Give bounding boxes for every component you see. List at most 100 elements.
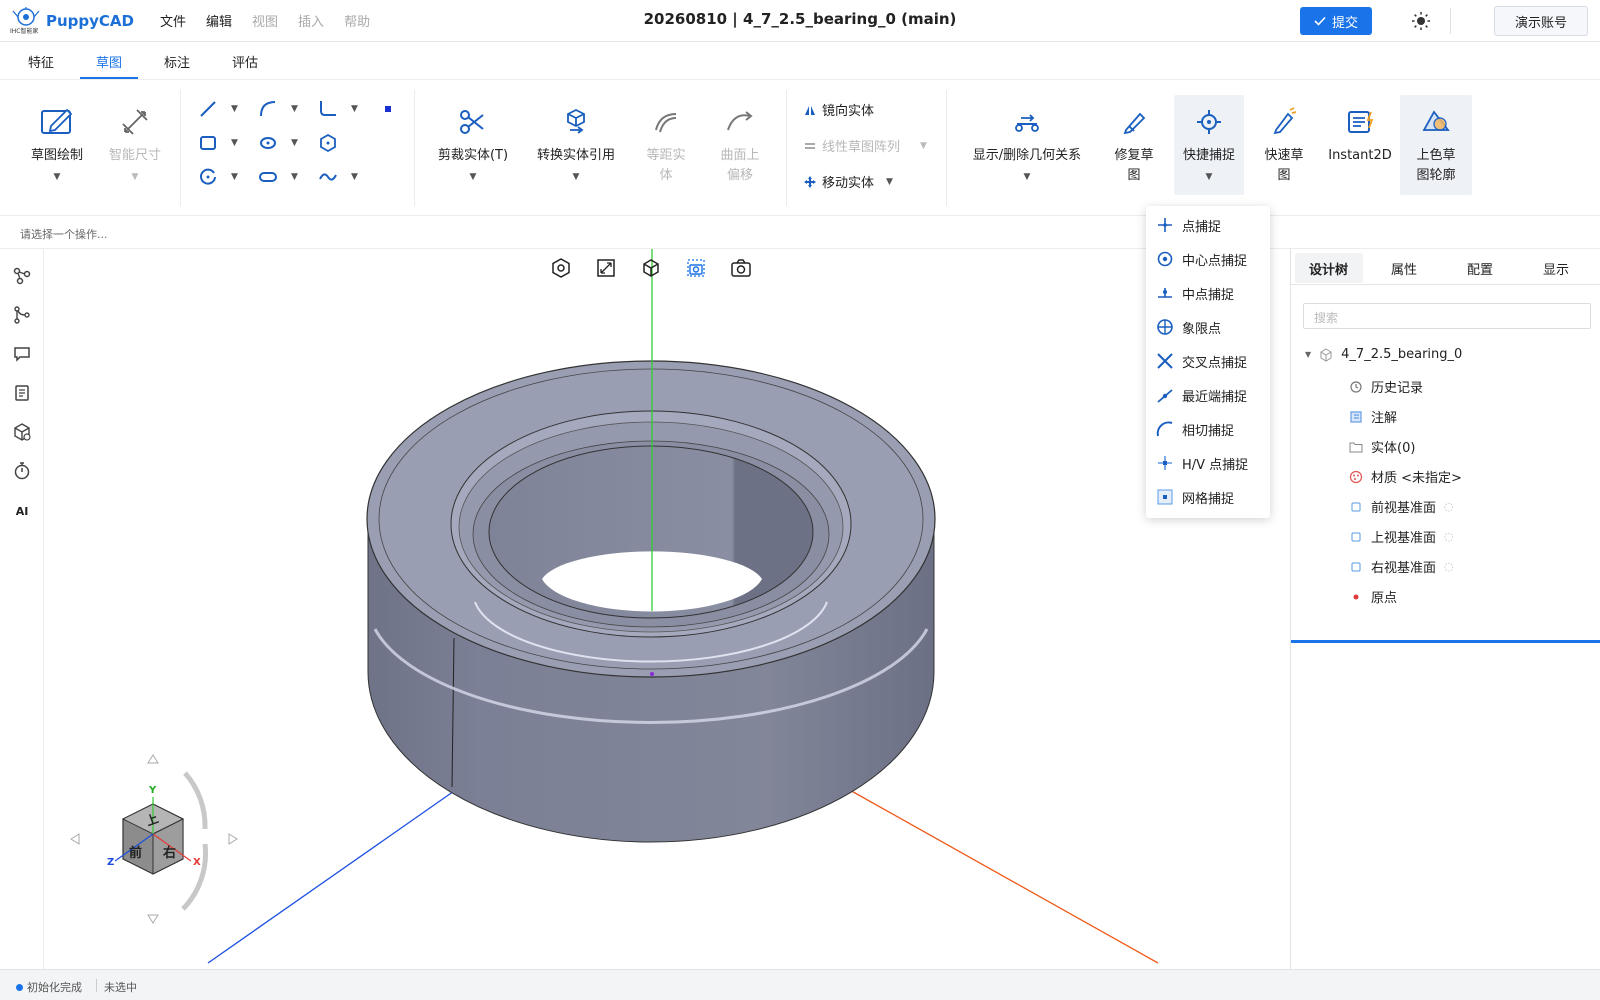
straight-slot-caret-icon[interactable]: ▼ (291, 172, 298, 182)
trim-entities-button[interactable]: 剪裁实体(T) ▼ (432, 102, 514, 187)
menu-view[interactable]: 视图 (252, 11, 278, 30)
quick-snap-button[interactable]: 快捷捕捉 ▼ (1174, 102, 1244, 187)
move-entities-button[interactable]: 移动实体 ▼ (804, 172, 893, 191)
hidden-eye-icon[interactable]: ◌ (1444, 530, 1454, 543)
snap-item-midpoint[interactable]: 中点捕捉 (1156, 282, 1234, 304)
slot-ellipse-tool-icon[interactable] (258, 133, 278, 153)
mirror-icon (805, 105, 815, 115)
rectangle-tool-icon[interactable] (198, 133, 218, 153)
menu-file[interactable]: 文件 (160, 11, 186, 30)
quick-snap-caret-icon[interactable]: ▼ (1206, 172, 1213, 182)
expand-arrow-icon[interactable]: ▼ (1305, 350, 1311, 359)
sketch-draw-caret-icon[interactable]: ▼ (54, 172, 61, 182)
hidden-eye-icon[interactable]: ◌ (1444, 560, 1454, 573)
instant2d-button[interactable]: Instant2D (1322, 102, 1398, 166)
line-tool-caret-icon[interactable]: ▼ (231, 104, 238, 114)
sketch-draw-button[interactable]: 草图绘制 ▼ (22, 102, 92, 187)
menu-edit[interactable]: 编辑 (206, 11, 232, 30)
tab-configuration[interactable]: 配置 (1467, 259, 1493, 278)
snap-item-hv[interactable]: H/V 点捕捉 (1156, 452, 1248, 474)
tree-item-material[interactable]: 材质 <未指定> (1349, 467, 1462, 486)
3d-viewport[interactable]: 上 前 右 Y X Z (45, 249, 1289, 969)
arc-tool-caret-icon[interactable]: ▼ (291, 104, 298, 114)
move-caret-icon[interactable]: ▼ (886, 177, 893, 187)
rectangle-tool-caret-icon[interactable]: ▼ (231, 138, 238, 148)
tree-item-origin[interactable]: 原点 (1349, 587, 1397, 606)
panel-splitter[interactable] (1291, 640, 1600, 643)
tab-annotate[interactable]: 标注 (164, 52, 190, 71)
point-tool-icon[interactable] (378, 99, 398, 119)
tree-root-item[interactable]: ▼ 4_7_2.5_bearing_0 (1305, 347, 1462, 362)
app-logo[interactable]: IHC智能家 PuppyCAD (10, 6, 135, 36)
branch-icon[interactable] (12, 305, 32, 325)
tree-item-solid[interactable]: 实体(0) (1349, 437, 1415, 456)
fillet-tool-caret-icon[interactable]: ▼ (351, 104, 358, 114)
straight-slot-tool-icon[interactable] (258, 167, 278, 187)
stopwatch-icon[interactable] (12, 461, 32, 481)
linear-pattern-caret-icon[interactable]: ▼ (920, 141, 927, 151)
account-button[interactable]: 演示账号 (1494, 6, 1588, 36)
part-cube-icon[interactable] (12, 422, 32, 442)
section-camera-icon[interactable] (685, 257, 707, 279)
tab-sketch[interactable]: 草图 (96, 52, 122, 71)
display-delete-relations-button[interactable]: 显示/删除几何关系 ▼ (962, 102, 1092, 187)
view-cube-right-label[interactable]: 右 (163, 842, 176, 861)
menu-help[interactable]: 帮助 (344, 11, 370, 30)
ai-assistant-button[interactable]: AI (12, 502, 32, 522)
smart-dimension-button[interactable]: 智能尺寸 ▼ (100, 102, 170, 187)
snap-item-tangent[interactable]: 相切捕捉 (1156, 418, 1234, 440)
offset-entities-button[interactable]: 等距实 体 (636, 102, 696, 186)
tab-properties[interactable]: 属性 (1391, 259, 1417, 278)
display-style-cube-icon[interactable] (640, 257, 662, 279)
snap-item-center[interactable]: 中心点捕捉 (1156, 248, 1247, 270)
snap-item-intersection[interactable]: 交叉点捕捉 (1156, 350, 1247, 372)
relations-caret-icon[interactable]: ▼ (1024, 172, 1031, 182)
trim-caret-icon[interactable]: ▼ (470, 172, 477, 182)
mirror-entities-button[interactable]: 镜向实体 (804, 100, 874, 119)
snap-item-grid[interactable]: 网格捕捉 (1156, 486, 1234, 508)
repair-sketch-button[interactable]: 修复草 图 (1108, 102, 1160, 186)
tree-item-top-plane[interactable]: 上视基准面 ◌ (1349, 527, 1454, 546)
tree-item-right-plane[interactable]: 右视基准面 ◌ (1349, 557, 1454, 576)
offset-on-surface-button[interactable]: 曲面上 偏移 (710, 102, 770, 186)
convert-caret-icon[interactable]: ▼ (573, 172, 580, 182)
convert-entities-button[interactable]: 转换实体引用 ▼ (526, 102, 626, 187)
quick-sketch-button[interactable]: 快速草 图 (1258, 102, 1310, 186)
document-list-icon[interactable] (12, 383, 32, 403)
view-orientation-icon[interactable] (550, 257, 572, 279)
linear-pattern-button[interactable]: 线性草图阵列 ▼ (804, 136, 927, 155)
menu-insert[interactable]: 插入 (298, 11, 324, 30)
fit-view-icon[interactable] (595, 257, 617, 279)
spline-tool-caret-icon[interactable]: ▼ (351, 172, 358, 182)
snap-item-point[interactable]: 点捕捉 (1156, 214, 1221, 236)
tab-design-tree[interactable]: 设计树 (1309, 259, 1348, 278)
tree-item-history[interactable]: 历史记录 (1349, 377, 1423, 396)
tree-item-front-plane[interactable]: 前视基准面 ◌ (1349, 497, 1454, 516)
tab-feature[interactable]: 特征 (28, 52, 54, 71)
spline-tool-icon[interactable] (318, 167, 338, 187)
polygon-tool-icon[interactable] (318, 133, 338, 153)
submit-button[interactable]: 提交 (1300, 7, 1372, 35)
arc-tool-icon[interactable] (258, 99, 278, 119)
view-cube-front-label[interactable]: 前 (129, 842, 142, 861)
comment-icon[interactable] (12, 344, 32, 364)
hidden-eye-icon[interactable]: ◌ (1444, 500, 1454, 513)
feature-tree-icon[interactable] (12, 266, 32, 286)
circle-tool-caret-icon[interactable]: ▼ (231, 172, 238, 182)
tab-display[interactable]: 显示 (1543, 259, 1569, 278)
smart-dimension-caret-icon[interactable]: ▼ (132, 172, 139, 182)
view-cube-graphic[interactable] (65, 749, 245, 929)
view-cube[interactable]: 上 前 右 Y X Z (65, 749, 245, 929)
shaded-sketch-contours-button[interactable]: 上色草 图轮廓 (1404, 102, 1468, 186)
snap-item-quadrant[interactable]: 象限点 (1156, 316, 1221, 338)
fillet-tool-icon[interactable] (318, 99, 338, 119)
tab-evaluate[interactable]: 评估 (232, 52, 258, 71)
line-tool-icon[interactable] (198, 99, 218, 119)
tree-search-input[interactable]: 搜索 (1303, 303, 1591, 329)
sun-icon[interactable] (1411, 11, 1431, 31)
circle-tool-icon[interactable] (198, 167, 218, 187)
tree-item-annotation[interactable]: 注解 (1349, 407, 1397, 426)
snap-item-nearest[interactable]: 最近端捕捉 (1156, 384, 1247, 406)
slot-ellipse-caret-icon[interactable]: ▼ (291, 138, 298, 148)
screenshot-camera-icon[interactable] (730, 257, 752, 279)
